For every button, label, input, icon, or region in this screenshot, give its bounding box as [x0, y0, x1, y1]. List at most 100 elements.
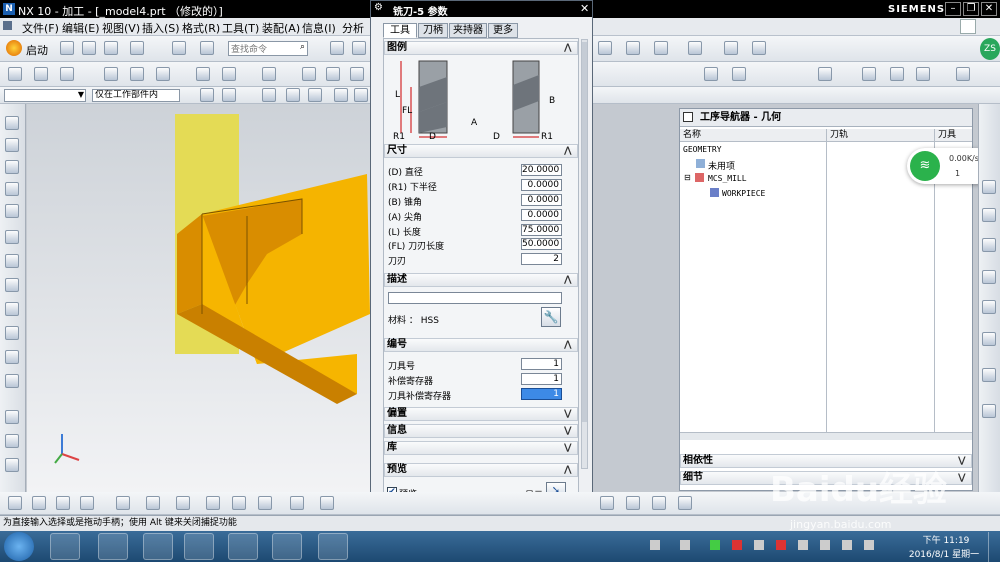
bottom-tool-3-icon[interactable] [56, 496, 70, 510]
column-tool[interactable]: 刀具 [938, 129, 956, 141]
menu-tools[interactable]: 工具(T) [222, 20, 259, 36]
section-legend-header[interactable]: 图例 ⋀ [384, 41, 578, 55]
adjust-register-input[interactable]: 1 [521, 373, 562, 385]
tray-icon[interactable] [820, 540, 830, 550]
tree-row-unused[interactable]: 未用项 [708, 159, 735, 172]
select-all-icon[interactable] [222, 88, 236, 102]
nav-web-icon[interactable] [982, 368, 996, 382]
taskbar-ie-icon[interactable] [228, 533, 258, 560]
menu-view[interactable]: 视图(V) [102, 20, 140, 36]
bottom-tool-15-icon[interactable] [652, 496, 666, 510]
bottom-tool-14-icon[interactable] [626, 496, 640, 510]
resource-5-icon[interactable] [5, 204, 19, 218]
bottom-tool-4-icon[interactable] [80, 496, 94, 510]
bottom-tool-8-icon[interactable] [206, 496, 220, 510]
cam-tool-4-icon[interactable] [862, 67, 876, 81]
view-orient-icon[interactable] [354, 88, 368, 102]
resource-14-icon[interactable] [5, 434, 19, 448]
resource-10-icon[interactable] [5, 326, 19, 340]
section-numbering-header[interactable]: 编号 ⋀ [384, 338, 578, 352]
cam-tool-3-icon[interactable] [818, 67, 832, 81]
tray-icon[interactable] [680, 540, 690, 550]
nav-history-icon[interactable] [982, 332, 996, 346]
undo-icon[interactable] [130, 41, 144, 55]
shop-doc-icon[interactable] [326, 67, 340, 81]
tree-row-workpiece[interactable]: WORKPIECE [722, 189, 765, 198]
param-input-diameter[interactable]: 20.0000 [521, 164, 562, 176]
output-cls-icon[interactable] [350, 67, 364, 81]
show-desktop-button[interactable] [988, 532, 1000, 562]
cutcom-register-input[interactable]: 1 [521, 388, 562, 400]
bottom-tool-7-icon[interactable] [176, 496, 190, 510]
new-file-icon[interactable] [60, 41, 74, 55]
tool-number-input[interactable]: 1 [521, 358, 562, 370]
nav-constraint-icon[interactable] [982, 208, 996, 222]
geometry-icon[interactable] [654, 41, 668, 55]
gear-icon[interactable]: ⚙ [374, 2, 383, 13]
column-toolpath[interactable]: 刀轨 [830, 129, 848, 141]
selection-scope-select[interactable]: 仅在工作部件内 [92, 89, 180, 102]
description-input[interactable] [388, 292, 562, 304]
measure-icon[interactable] [598, 41, 612, 55]
render-style-icon[interactable] [334, 88, 348, 102]
replay-toolpath-icon[interactable] [130, 67, 144, 81]
resource-7-icon[interactable] [5, 254, 19, 268]
tab-shank[interactable]: 刀柄 [418, 23, 448, 38]
dialog-close-icon[interactable]: ✕ [580, 2, 589, 15]
start-orb-icon[interactable] [4, 532, 34, 561]
bottom-tool-16-icon[interactable] [678, 496, 692, 510]
command-finder-icon[interactable] [172, 41, 186, 55]
tab-more[interactable]: 更多 [488, 23, 518, 38]
tray-icon[interactable] [798, 540, 808, 550]
dimension-icon[interactable] [752, 41, 766, 55]
fit-view-icon[interactable] [330, 41, 344, 55]
tray-icon[interactable] [864, 540, 874, 550]
bottom-tool-10-icon[interactable] [258, 496, 272, 510]
operation-icon[interactable] [688, 41, 702, 55]
resource-11-icon[interactable] [5, 350, 19, 364]
tray-icon[interactable] [732, 540, 742, 550]
verify-toolpath-icon[interactable] [156, 67, 170, 81]
navigator-hscrollbar[interactable] [680, 432, 972, 440]
cam-tool-2-icon[interactable] [732, 67, 746, 81]
toolpath-icon[interactable] [724, 41, 738, 55]
menu-icon[interactable] [3, 21, 12, 30]
menu-edit[interactable]: 编辑(E) [62, 20, 100, 36]
resource-6-icon[interactable] [5, 230, 19, 244]
bottom-tool-13-icon[interactable] [600, 496, 614, 510]
dialog-scrollbar[interactable] [581, 39, 588, 469]
param-input-tip-angle[interactable]: 0.0000 [521, 209, 562, 221]
taskbar-app-4-icon[interactable] [272, 533, 302, 560]
start-button[interactable]: 启动 [26, 42, 48, 58]
taskbar-app-1-icon[interactable] [50, 533, 80, 560]
taskbar-app-3-icon[interactable] [143, 533, 173, 560]
bottom-tool-5-icon[interactable] [116, 496, 130, 510]
create-tool-icon[interactable] [34, 67, 48, 81]
cam-tool-6-icon[interactable] [916, 67, 930, 81]
nav-machine-icon[interactable] [982, 270, 996, 284]
bottom-tool-12-icon[interactable] [320, 496, 334, 510]
menu-info[interactable]: 信息(I) [302, 20, 336, 36]
param-input-length[interactable]: 75.0000 [521, 224, 562, 236]
bottom-tool-11-icon[interactable] [290, 496, 304, 510]
param-input-flute-length[interactable]: 50.0000 [521, 238, 562, 250]
menu-insert[interactable]: 插入(S) [142, 20, 180, 36]
restore-button[interactable]: ❐ [963, 2, 979, 16]
param-input-taper-angle[interactable]: 0.0000 [521, 194, 562, 206]
pin-icon[interactable] [683, 112, 693, 122]
search-input[interactable] [229, 43, 291, 57]
resource-15-icon[interactable] [5, 458, 19, 472]
command-search[interactable]: ⌕ [228, 41, 308, 57]
param-input-flutes[interactable]: 2 [521, 253, 562, 265]
generate-toolpath-icon[interactable] [104, 67, 118, 81]
section-description-header[interactable]: 描述 ⋀ [384, 273, 578, 287]
bottom-tool-9-icon[interactable] [232, 496, 246, 510]
resource-9-icon[interactable] [5, 302, 19, 316]
tray-icon[interactable] [776, 540, 786, 550]
open-file-icon[interactable] [82, 41, 96, 55]
info-icon[interactable] [200, 41, 214, 55]
snap-end-icon[interactable] [262, 88, 276, 102]
type-filter-select[interactable]: ▼ [4, 89, 86, 102]
tray-icon[interactable] [710, 540, 720, 550]
param-input-lower-radius[interactable]: 0.0000 [521, 179, 562, 191]
